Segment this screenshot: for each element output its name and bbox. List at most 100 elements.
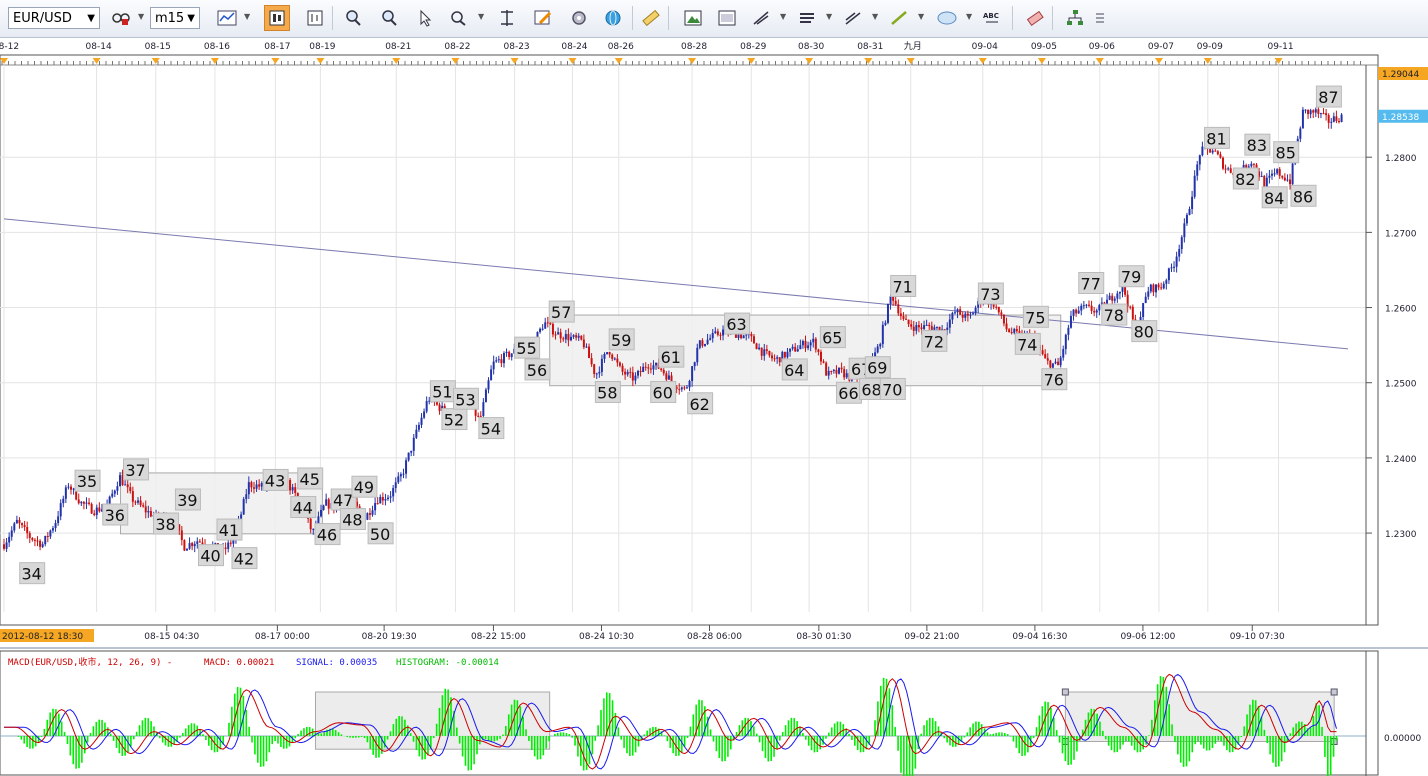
candle-body bbox=[147, 510, 150, 513]
wave-label-text: 37 bbox=[125, 461, 145, 480]
date-marker bbox=[451, 58, 460, 64]
candle-body bbox=[678, 389, 681, 391]
globe-button[interactable] bbox=[600, 5, 626, 31]
selection-handle bbox=[1330, 688, 1338, 696]
candle-body bbox=[376, 503, 379, 505]
edit-chart-button[interactable] bbox=[530, 5, 556, 31]
channel-button[interactable] bbox=[840, 5, 866, 31]
top-date-label: 08-19 bbox=[309, 42, 335, 52]
candle-body bbox=[183, 540, 186, 551]
wave-label: 41 bbox=[216, 518, 243, 541]
candle-body bbox=[260, 483, 263, 487]
wave-label-text: 72 bbox=[924, 332, 944, 351]
wave-label: 60 bbox=[650, 380, 677, 403]
cursor-button[interactable] bbox=[412, 5, 438, 31]
candle-body bbox=[1185, 214, 1188, 224]
histogram-value-label: HISTOGRAM: -0.00014 bbox=[396, 658, 499, 668]
candle-body bbox=[966, 313, 969, 316]
candle-body bbox=[722, 329, 725, 336]
macd-value-label: MACD: 0.00021 bbox=[204, 658, 274, 668]
chevron-down-icon[interactable]: ▼ bbox=[478, 12, 484, 21]
candle-body bbox=[613, 358, 616, 360]
text-label-button[interactable]: ABC bbox=[980, 5, 1006, 31]
candle-body bbox=[585, 346, 588, 348]
candle-body bbox=[1340, 114, 1343, 123]
wave-label: 49 bbox=[351, 475, 378, 498]
eraser-button[interactable] bbox=[1022, 5, 1048, 31]
wave-label: 64 bbox=[781, 358, 808, 381]
symbol-select[interactable]: EUR/USD ▼ bbox=[8, 7, 100, 29]
candle-body bbox=[951, 312, 954, 320]
candle-body bbox=[247, 482, 250, 495]
chevron-down-icon[interactable]: ▼ bbox=[780, 12, 786, 21]
candle-body bbox=[794, 346, 797, 352]
chart-type-button[interactable] bbox=[214, 5, 240, 31]
chevron-down-icon[interactable]: ▼ bbox=[826, 12, 832, 21]
candle-body bbox=[67, 486, 70, 488]
candle-body bbox=[1291, 163, 1294, 185]
chevron-down-icon[interactable]: ▼ bbox=[966, 12, 972, 21]
candle-body bbox=[807, 345, 810, 349]
gear-button[interactable] bbox=[566, 5, 592, 31]
wave-label: 37 bbox=[123, 458, 150, 481]
ellipse-button[interactable] bbox=[934, 5, 960, 31]
candle-body bbox=[1046, 358, 1049, 361]
candle-body bbox=[915, 325, 918, 331]
ruler-icon bbox=[642, 9, 660, 27]
wave-label: 77 bbox=[1078, 271, 1105, 294]
horizontal-lines-button[interactable] bbox=[794, 5, 820, 31]
zoom-in-button[interactable] bbox=[340, 5, 366, 31]
timeframe-select[interactable]: m15 ▼ bbox=[150, 7, 200, 29]
candle-body bbox=[477, 415, 480, 417]
date-marker bbox=[271, 58, 280, 64]
bottom-time-label: 09-10 07:30 bbox=[1230, 632, 1285, 642]
candle-body bbox=[554, 334, 557, 336]
chevron-down-icon[interactable]: ▼ bbox=[872, 12, 878, 21]
candle-body bbox=[595, 373, 598, 375]
candle-body bbox=[838, 367, 841, 374]
template-button[interactable] bbox=[714, 5, 740, 31]
bar-chart-button[interactable] bbox=[302, 5, 328, 31]
wave-label: 86 bbox=[1290, 184, 1317, 207]
fibonacci-button[interactable] bbox=[748, 5, 774, 31]
chevron-down-icon[interactable]: ▼ bbox=[244, 12, 250, 21]
candle-body bbox=[381, 496, 384, 501]
wave-label-text: 78 bbox=[1104, 306, 1124, 325]
crosshair-button[interactable] bbox=[494, 5, 520, 31]
candle-body bbox=[832, 369, 835, 371]
indicator-settings-button[interactable] bbox=[108, 5, 134, 31]
bottom-time-label: 08-22 15:00 bbox=[471, 632, 526, 642]
wave-label-text: 77 bbox=[1081, 274, 1101, 293]
trendline-button[interactable] bbox=[886, 5, 912, 31]
candle-body bbox=[905, 318, 908, 320]
candle-body bbox=[946, 327, 949, 331]
ruler-button[interactable] bbox=[638, 5, 664, 31]
candle-body bbox=[198, 541, 201, 543]
candle-body bbox=[588, 346, 591, 359]
candlestick-button[interactable] bbox=[264, 5, 290, 31]
candle-body bbox=[801, 340, 804, 346]
candle-body bbox=[969, 314, 972, 316]
candle-body bbox=[508, 351, 511, 358]
chevron-down-icon[interactable]: ▼ bbox=[138, 12, 144, 21]
candle-body bbox=[626, 371, 629, 375]
candle-body bbox=[98, 507, 101, 512]
y-tick-label: 1.2800 bbox=[1385, 154, 1417, 164]
candle-body bbox=[405, 460, 408, 474]
wave-label-text: 85 bbox=[1276, 144, 1296, 163]
chevron-down-icon[interactable]: ▼ bbox=[918, 12, 924, 21]
chart-area[interactable]: 34 35 36 37 3839 40 41 42 43 44 45 46 4748 49 50 51 52 53… bbox=[0, 37, 1428, 776]
candle-body bbox=[577, 335, 580, 338]
hierarchy-button[interactable] bbox=[1062, 5, 1088, 31]
candle-body bbox=[621, 365, 624, 372]
candle-body bbox=[62, 498, 65, 504]
candle-body bbox=[755, 343, 758, 350]
toolbar-overflow-button[interactable] bbox=[1092, 5, 1108, 31]
candle-body bbox=[1088, 304, 1091, 306]
zoom-out-button[interactable] bbox=[376, 5, 402, 31]
image-button[interactable] bbox=[680, 5, 706, 31]
magnifier-button[interactable] bbox=[446, 5, 472, 31]
date-marker bbox=[747, 58, 756, 64]
candle-body bbox=[1289, 179, 1292, 185]
candle-body bbox=[1144, 296, 1147, 304]
